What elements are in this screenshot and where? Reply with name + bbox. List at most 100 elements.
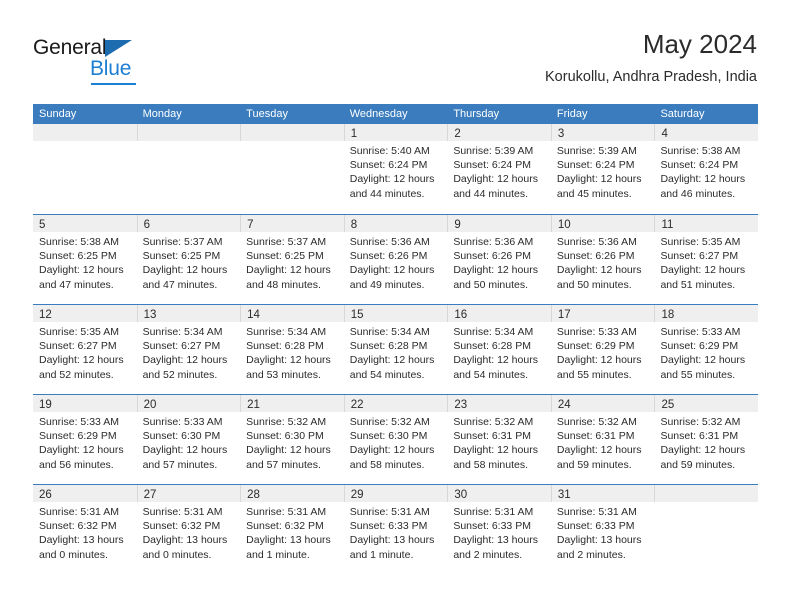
- day-number: 23: [454, 399, 468, 411]
- day-number-band: 22: [343, 395, 448, 412]
- day-cell-10[interactable]: 10 Sunrise: 5:36 AM Sunset: 6:26 PM Dayligh…: [550, 215, 655, 304]
- day-details: Sunrise: 5:32 AM Sunset: 6:31 PM Daylight:…: [447, 412, 551, 472]
- sunrise-text: Sunrise: 5:32 AM: [556, 416, 637, 428]
- sunrise-text: Sunrise: 5:36 AM: [556, 236, 637, 248]
- sunset-text: Sunset: 6:30 PM: [246, 430, 324, 443]
- day-cell-13[interactable]: 13 Sunrise: 5:34 AM Sunset: 6:27 PM Dayligh…: [136, 305, 241, 394]
- day-number: 26: [39, 489, 52, 501]
- daylight-text: and 52 minutes.: [142, 368, 218, 381]
- daylight-text: and 47 minutes.: [39, 278, 114, 291]
- day-cell-28[interactable]: 28 Sunrise: 5:31 AM Sunset: 6:32 PM Dayligh…: [240, 485, 344, 576]
- day-cell-7[interactable]: 7 Sunrise: 5:37 AM Sunset: 6:25 PM Daylight…: [240, 215, 344, 304]
- daylight-text: and 53 minutes.: [246, 368, 321, 381]
- day-cell-30[interactable]: 30 Sunrise: 5:31 AM Sunset: 6:33 PM Dayligh…: [447, 485, 551, 576]
- day-cell-1[interactable]: 1 Sunrise: 5:40 AM Sunset: 6:24 PM Daylight…: [343, 124, 448, 214]
- day-cell-6[interactable]: 6 Sunrise: 5:37 AM Sunset: 6:25 PM Daylight…: [136, 215, 241, 304]
- sunset-text: Sunset: 6:30 PM: [142, 430, 221, 443]
- day-cell-2[interactable]: 2 Sunrise: 5:39 AM Sunset: 6:24 PM Daylight…: [447, 124, 551, 214]
- day-number: 31: [557, 489, 571, 501]
- day-number: 21: [247, 399, 260, 411]
- daylight-text: and 44 minutes.: [453, 187, 529, 200]
- day-number-band: 11: [654, 215, 759, 232]
- sunrise-text: Sunrise: 5:38 AM: [39, 236, 119, 248]
- sunrise-text: Sunrise: 5:32 AM: [349, 416, 430, 428]
- day-cell-8[interactable]: 8 Sunrise: 5:36 AM Sunset: 6:26 PM Daylight…: [343, 215, 448, 304]
- day-number-band: 8: [343, 215, 448, 232]
- day-cell-20[interactable]: 20 Sunrise: 5:33 AM Sunset: 6:30 PM Dayligh…: [136, 395, 241, 484]
- day-cell-15[interactable]: 15 Sunrise: 5:34 AM Sunset: 6:28 PM Dayligh…: [343, 305, 448, 394]
- day-details: Sunrise: 5:31 AM Sunset: 6:33 PM Daylight:…: [551, 502, 655, 562]
- day-cell-9[interactable]: 9 Sunrise: 5:36 AM Sunset: 6:26 PM Daylight…: [447, 215, 551, 304]
- day-cell-4[interactable]: 4 Sunrise: 5:38 AM Sunset: 6:24 PM Daylight…: [654, 124, 759, 214]
- sunrise-text: Sunrise: 5:31 AM: [556, 506, 637, 518]
- day-details: Sunrise: 5:33 AM Sunset: 6:29 PM Daylight:…: [654, 322, 758, 382]
- weekday-header-saturday: Saturday: [660, 108, 705, 120]
- day-cell-empty: [33, 124, 137, 214]
- day-number: 10: [557, 219, 571, 231]
- sunset-text: Sunset: 6:26 PM: [349, 250, 428, 263]
- sunrise-text: Sunrise: 5:39 AM: [556, 145, 637, 157]
- daylight-text: Daylight: 12 hours: [660, 354, 746, 367]
- day-cell-empty: [240, 124, 344, 214]
- day-number-band: 17: [550, 305, 655, 322]
- day-details: Sunrise: 5:32 AM Sunset: 6:31 PM Daylight:…: [654, 412, 758, 472]
- page-title: May 2024: [642, 29, 757, 59]
- day-cell-5[interactable]: 5 Sunrise: 5:38 AM Sunset: 6:25 PM Daylight…: [33, 215, 137, 304]
- day-cell-11[interactable]: 11 Sunrise: 5:35 AM Sunset: 6:27 PM Dayligh…: [654, 215, 759, 304]
- day-number: 11: [661, 219, 674, 231]
- day-cell-empty: [136, 124, 241, 214]
- day-details: [137, 141, 241, 144]
- daylight-text: Daylight: 12 hours: [142, 354, 228, 367]
- day-cell-12[interactable]: 12 Sunrise: 5:35 AM Sunset: 6:27 PM Dayligh…: [33, 305, 137, 394]
- day-cell-31[interactable]: 31 Sunrise: 5:31 AM Sunset: 6:33 PM Dayligh…: [550, 485, 655, 576]
- day-number: 2: [454, 128, 461, 140]
- sunrise-text: Sunrise: 5:31 AM: [349, 506, 430, 518]
- sunset-text: Sunset: 6:31 PM: [556, 430, 635, 443]
- day-number: 28: [247, 489, 260, 501]
- daylight-text: and 0 minutes.: [142, 548, 212, 561]
- day-details: Sunrise: 5:38 AM Sunset: 6:25 PM Daylight:…: [33, 232, 137, 292]
- day-cell-21[interactable]: 21 Sunrise: 5:32 AM Sunset: 6:30 PM Dayligh…: [240, 395, 344, 484]
- daylight-text: Daylight: 12 hours: [453, 173, 538, 186]
- daylight-text: Daylight: 12 hours: [660, 444, 746, 457]
- day-number-band: 13: [136, 305, 241, 322]
- day-number-band: 12: [33, 305, 137, 322]
- sunset-text: Sunset: 6:33 PM: [556, 520, 635, 533]
- day-cell-23[interactable]: 23 Sunrise: 5:32 AM Sunset: 6:31 PM Dayligh…: [447, 395, 551, 484]
- day-cell-24[interactable]: 24 Sunrise: 5:32 AM Sunset: 6:31 PM Dayligh…: [550, 395, 655, 484]
- sunrise-text: Sunrise: 5:34 AM: [349, 326, 430, 338]
- day-details: Sunrise: 5:31 AM Sunset: 6:33 PM Daylight:…: [344, 502, 448, 562]
- day-cell-19[interactable]: 19 Sunrise: 5:33 AM Sunset: 6:29 PM Dayligh…: [33, 395, 137, 484]
- daylight-text: Daylight: 12 hours: [39, 444, 124, 457]
- day-number-band: 30: [447, 485, 551, 502]
- day-cell-29[interactable]: 29 Sunrise: 5:31 AM Sunset: 6:33 PM Dayligh…: [343, 485, 448, 576]
- day-number-band: 1: [343, 124, 448, 141]
- weekday-header-thursday: Thursday: [453, 108, 500, 120]
- day-number: 6: [143, 219, 150, 231]
- sunrise-text: Sunrise: 5:32 AM: [660, 416, 741, 428]
- day-cell-27[interactable]: 27 Sunrise: 5:31 AM Sunset: 6:32 PM Dayligh…: [136, 485, 241, 576]
- daylight-text: and 59 minutes.: [556, 458, 632, 471]
- daylight-text: and 0 minutes.: [39, 548, 108, 561]
- day-cell-17[interactable]: 17 Sunrise: 5:33 AM Sunset: 6:29 PM Dayligh…: [550, 305, 655, 394]
- day-cell-26[interactable]: 26 Sunrise: 5:31 AM Sunset: 6:32 PM Dayligh…: [33, 485, 137, 576]
- day-details: Sunrise: 5:32 AM Sunset: 6:30 PM Daylight:…: [240, 412, 344, 472]
- sunset-text: Sunset: 6:27 PM: [142, 340, 221, 353]
- day-cell-3[interactable]: 3 Sunrise: 5:39 AM Sunset: 6:24 PM Daylight…: [550, 124, 655, 214]
- day-cell-25[interactable]: 25 Sunrise: 5:32 AM Sunset: 6:31 PM Dayligh…: [654, 395, 759, 484]
- daylight-text: and 1 minute.: [349, 548, 414, 561]
- sunrise-text: Sunrise: 5:32 AM: [246, 416, 327, 428]
- daylight-text: and 57 minutes.: [246, 458, 321, 471]
- day-cell-22[interactable]: 22 Sunrise: 5:32 AM Sunset: 6:30 PM Dayligh…: [343, 395, 448, 484]
- day-cell-14[interactable]: 14 Sunrise: 5:34 AM Sunset: 6:28 PM Dayligh…: [240, 305, 344, 394]
- day-details: Sunrise: 5:32 AM Sunset: 6:31 PM Daylight:…: [551, 412, 655, 472]
- sunset-text: Sunset: 6:30 PM: [349, 430, 428, 443]
- day-cell-18[interactable]: 18 Sunrise: 5:33 AM Sunset: 6:29 PM Dayligh…: [654, 305, 759, 394]
- sunset-text: Sunset: 6:29 PM: [660, 340, 739, 353]
- day-number-band: 26: [33, 485, 137, 502]
- logo-underline: [91, 83, 136, 85]
- daylight-text: Daylight: 12 hours: [660, 264, 746, 277]
- daylight-text: and 46 minutes.: [660, 187, 736, 200]
- day-details: Sunrise: 5:31 AM Sunset: 6:32 PM Daylight:…: [240, 502, 344, 562]
- day-cell-16[interactable]: 16 Sunrise: 5:34 AM Sunset: 6:28 PM Dayligh…: [447, 305, 551, 394]
